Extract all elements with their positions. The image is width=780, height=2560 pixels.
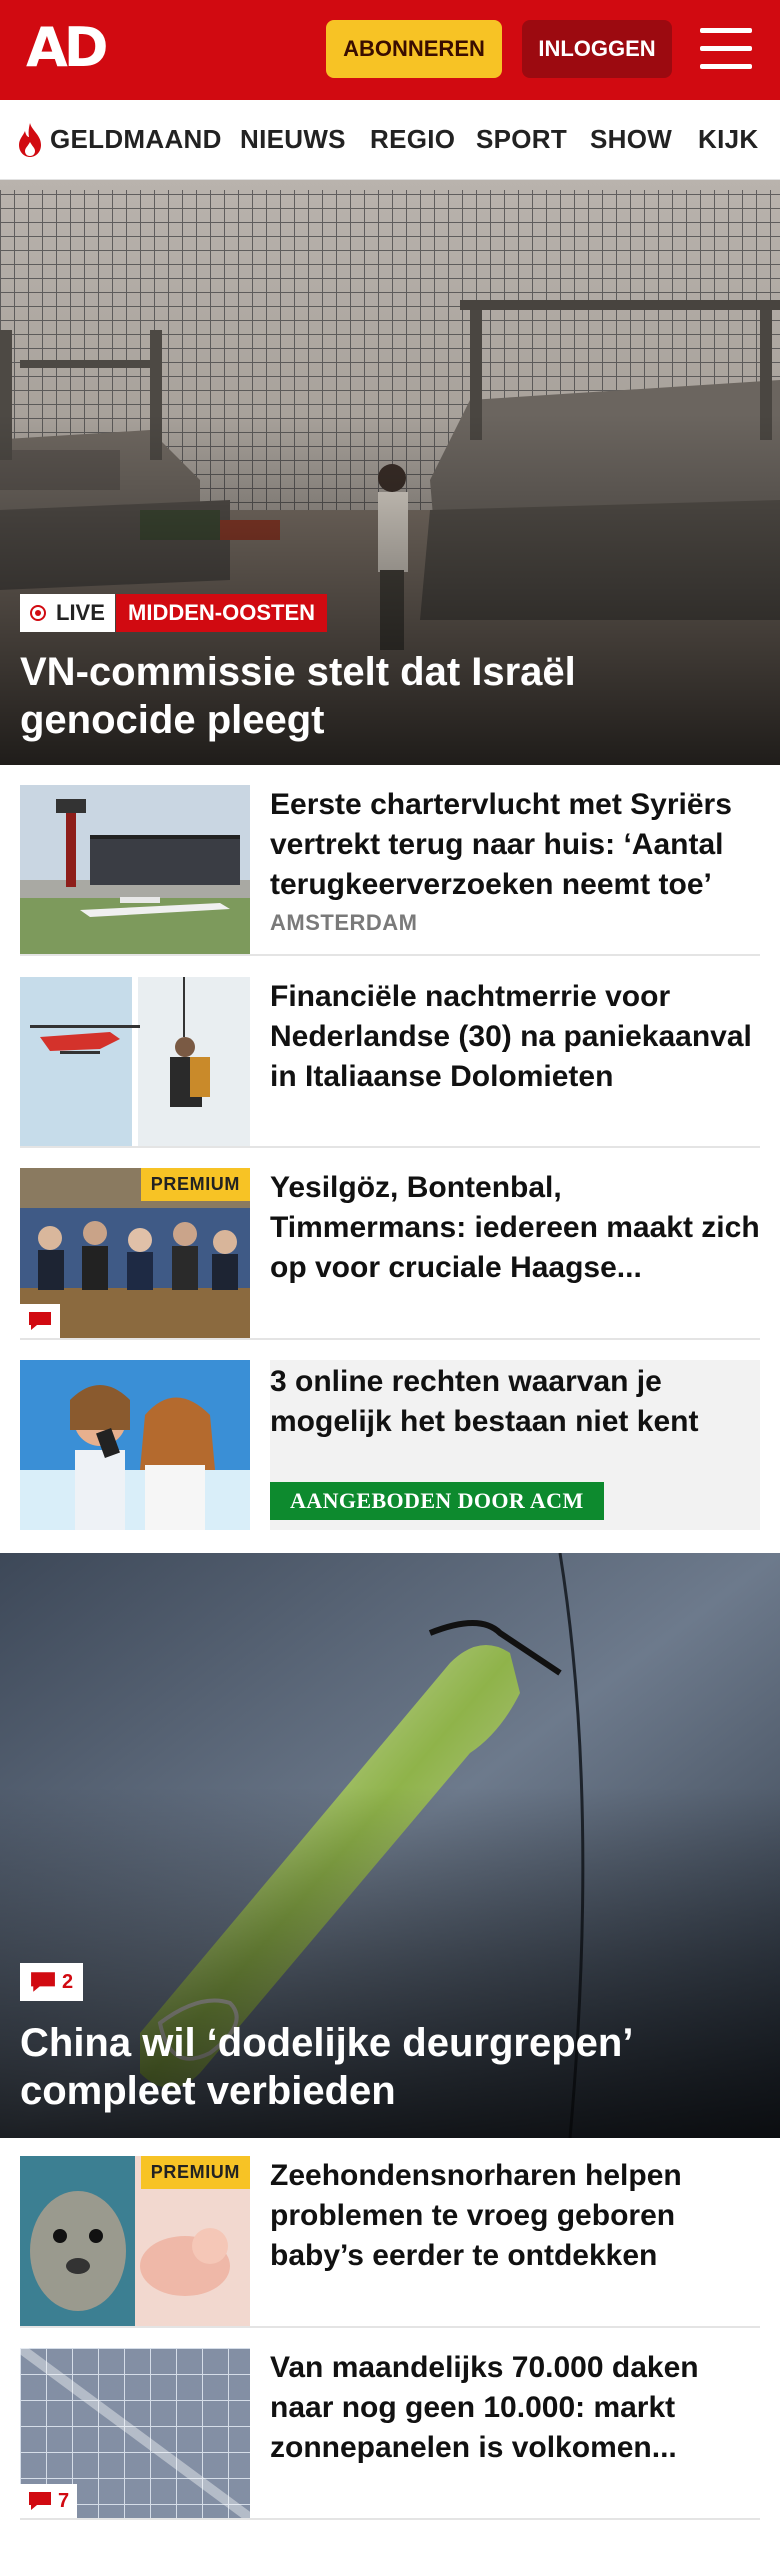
hero-article-china[interactable]: 2 China wil ‘dodelijke deurgrepen’ compl… bbox=[0, 1553, 780, 2138]
subscribe-button[interactable]: ABONNEREN bbox=[326, 20, 502, 78]
comment-icon bbox=[31, 1972, 55, 1992]
list-item[interactable]: PREMIUM Zeehondensnorharen helpen proble… bbox=[20, 2156, 760, 2326]
nav-item-regio[interactable]: REGIO bbox=[370, 124, 455, 155]
article-title[interactable]: Yesilgöz, Bontenbal, Timmermans: iederee… bbox=[270, 1168, 760, 1288]
section-nav: GELDMAAND NIEUWS REGIO SPORT SHOW KIJK bbox=[0, 100, 780, 180]
top-header: AD ABONNEREN INLOGGEN bbox=[0, 0, 780, 100]
thumbnail-seal: PREMIUM bbox=[20, 2156, 250, 2326]
list-item[interactable]: Eerste chartervlucht met Syriërs vertrek… bbox=[20, 785, 760, 955]
article-title[interactable]: Eerste chartervlucht met Syriërs vertrek… bbox=[270, 785, 760, 905]
nav-item-sport[interactable]: SPORT bbox=[476, 124, 567, 155]
comment-count: 2 bbox=[62, 1970, 74, 1993]
sponsored-item[interactable]: 3 online rechten waarvan je mogelijk het… bbox=[20, 1360, 760, 1530]
hamburger-menu-icon[interactable] bbox=[700, 26, 752, 72]
nav-item-kijk[interactable]: KIJK bbox=[698, 124, 758, 155]
divider bbox=[20, 2518, 760, 2520]
article-location: AMSTERDAM bbox=[270, 910, 418, 935]
article-title[interactable]: Van maandelijks 70.000 daken naar nog ge… bbox=[270, 2348, 760, 2468]
nav-item-nieuws[interactable]: NIEUWS bbox=[240, 124, 346, 155]
sponsor-label: AANGEBODEN DOOR ACM bbox=[270, 1482, 604, 1520]
thumbnail-selfie bbox=[20, 1360, 250, 1530]
login-button[interactable]: INLOGGEN bbox=[522, 20, 672, 78]
divider bbox=[20, 1338, 760, 1340]
article-title[interactable]: Financiële nachtmerrie voor Nederlandse … bbox=[270, 977, 760, 1097]
thumbnail-airport bbox=[20, 785, 250, 955]
thumbnail-parliament: PREMIUM bbox=[20, 1168, 250, 1338]
list-item[interactable]: 7 Van maandelijks 70.000 daken naar nog … bbox=[20, 2348, 760, 2518]
article-title[interactable]: 3 online rechten waarvan je mogelijk het… bbox=[270, 1360, 760, 1442]
flame-icon bbox=[19, 123, 41, 157]
article-title[interactable]: Zeehondensnorharen helpen problemen te v… bbox=[270, 2156, 760, 2276]
comment-badge: 2 bbox=[20, 1963, 84, 2001]
thumbnail-helicopter bbox=[20, 977, 250, 1147]
list-item[interactable]: Financiële nachtmerrie voor Nederlandse … bbox=[20, 977, 760, 1147]
comment-icon bbox=[29, 2492, 51, 2510]
live-dot-icon bbox=[30, 605, 46, 621]
divider bbox=[20, 954, 760, 956]
premium-badge: PREMIUM bbox=[140, 2156, 250, 2189]
hero-title[interactable]: VN-commissie stelt dat Israël genocide p… bbox=[20, 648, 740, 744]
comment-badge bbox=[20, 1304, 60, 1338]
premium-badge: PREMIUM bbox=[140, 1168, 250, 1201]
category-badge[interactable]: MIDDEN-OOSTEN bbox=[116, 594, 327, 632]
hero-article-israel[interactable]: LIVE MIDDEN-OOSTEN VN-commissie stelt da… bbox=[0, 180, 780, 765]
hero-title[interactable]: China wil ‘dodelijke deurgrepen’ complee… bbox=[20, 2019, 740, 2115]
divider bbox=[20, 2326, 760, 2328]
comment-count: 7 bbox=[58, 2489, 70, 2512]
comment-icon bbox=[29, 1312, 51, 1330]
live-label: LIVE bbox=[56, 600, 105, 625]
nav-item-show[interactable]: SHOW bbox=[590, 124, 672, 155]
thumbnail-solarpanels: 7 bbox=[20, 2348, 250, 2518]
comment-badge: 7 bbox=[20, 2484, 78, 2518]
live-badge: LIVE bbox=[20, 594, 115, 632]
nav-item-geldmaand[interactable]: GELDMAAND bbox=[50, 124, 222, 155]
ad-logo[interactable]: AD bbox=[26, 18, 109, 78]
divider bbox=[20, 1146, 760, 1148]
list-item[interactable]: PREMIUM Yesilgöz, Bontenbal, Timmermans:… bbox=[20, 1168, 760, 1338]
